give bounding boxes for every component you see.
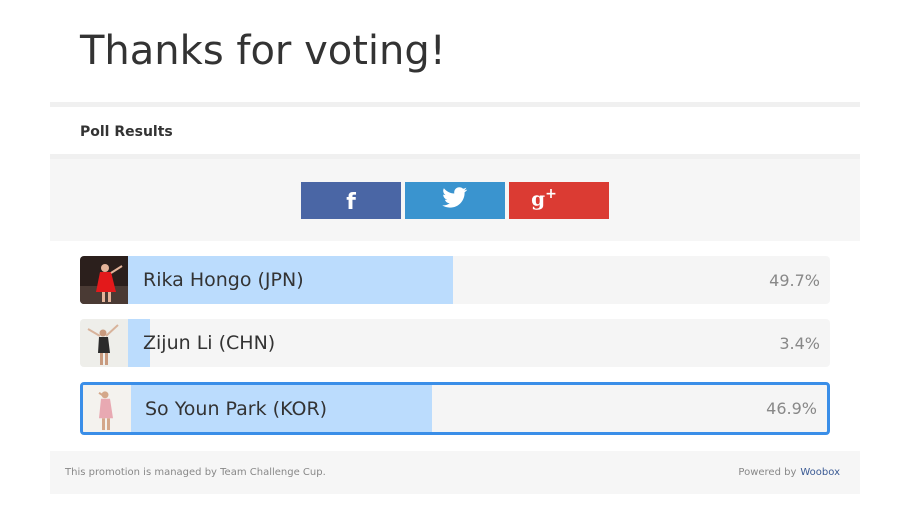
page-title: Thanks for voting! (80, 28, 446, 74)
footer: This promotion is managed by Team Challe… (50, 451, 860, 494)
powered-by-text: Powered by (738, 467, 797, 478)
poll-option-rika-hongo[interactable]: Rika Hongo (JPN) 49.7% (80, 256, 830, 304)
skater-red-dress-photo (80, 256, 128, 304)
skater-pink-dress-photo (83, 385, 131, 432)
option-label: Rika Hongo (JPN) (143, 269, 304, 291)
option-label: Zijun Li (CHN) (143, 332, 276, 354)
footer-powered-by: Powered by Woobox (738, 451, 840, 494)
option-percentage: 3.4% (779, 333, 820, 353)
option-label: So Youn Park (KOR) (145, 397, 328, 420)
poll-results-heading: Poll Results (80, 124, 173, 140)
woobox-link[interactable]: Woobox (800, 467, 840, 478)
facebook-icon: f (346, 190, 356, 215)
google-plus-icon: g+ (531, 186, 557, 211)
poll-option-so-youn-park[interactable]: So Youn Park (KOR) 46.9% (80, 382, 830, 435)
twitter-share-button[interactable] (405, 182, 505, 219)
facebook-share-button[interactable]: f (301, 182, 401, 219)
twitter-icon (442, 187, 468, 214)
footer-disclaimer: This promotion is managed by Team Challe… (65, 467, 326, 478)
option-percentage: 46.9% (766, 399, 817, 418)
skater-dark-dress-photo (80, 319, 128, 367)
option-percentage: 49.7% (769, 270, 820, 290)
google-plus-share-button[interactable]: g+ (509, 182, 609, 219)
poll-option-zijun-li[interactable]: Zijun Li (CHN) 3.4% (80, 319, 830, 367)
divider (50, 102, 860, 107)
